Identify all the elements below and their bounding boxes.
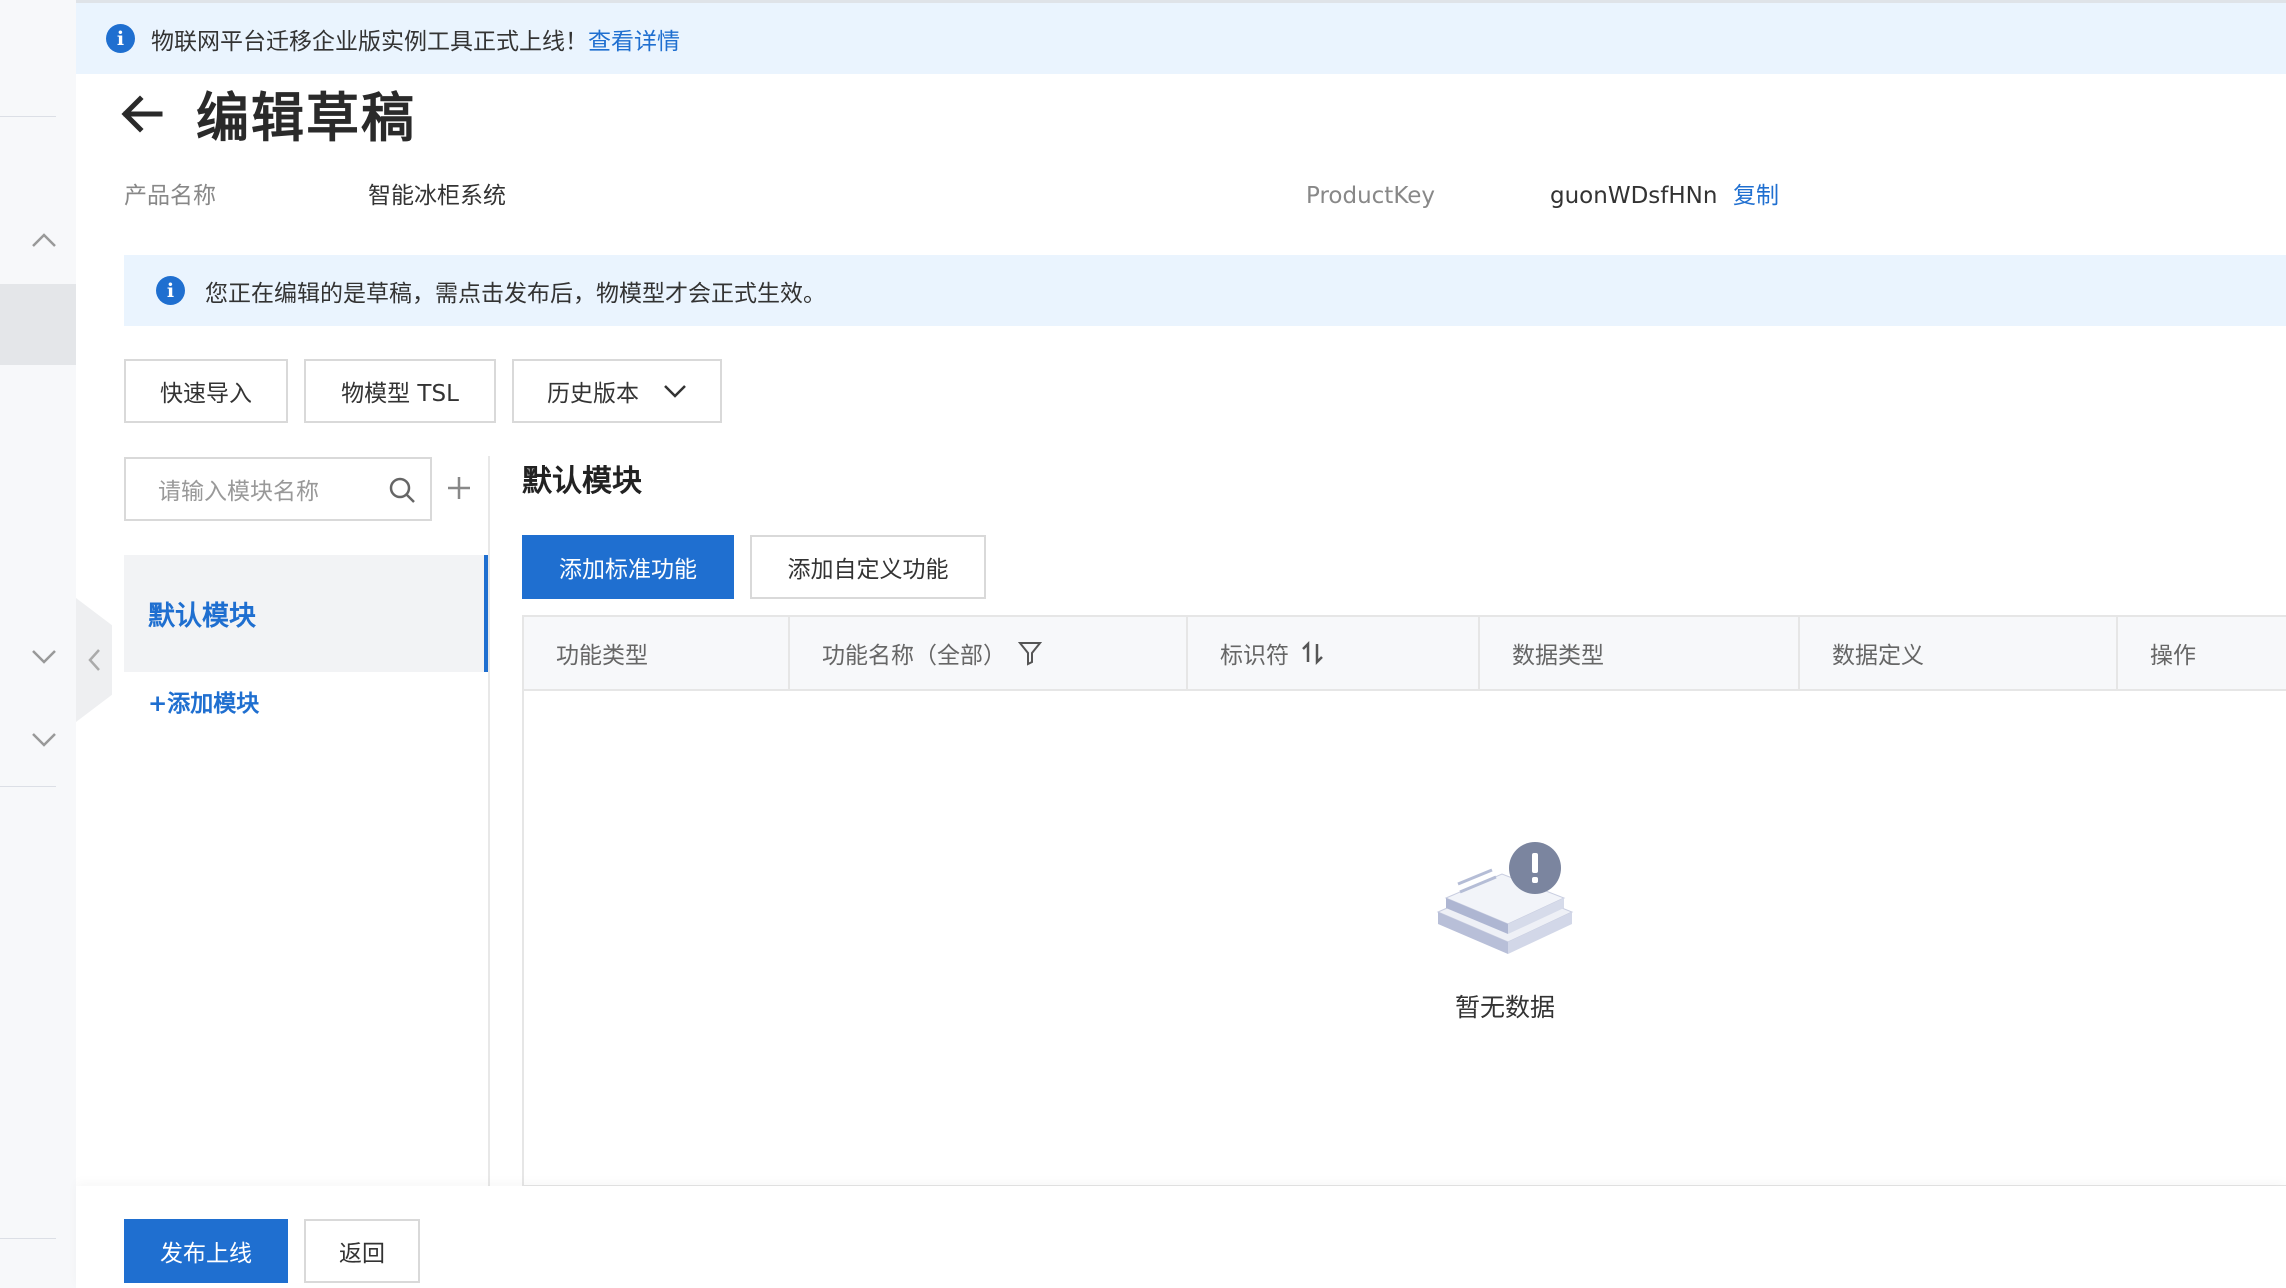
tsl-button[interactable]: 物模型 TSL <box>304 359 496 423</box>
module-item-label: 默认模块 <box>148 601 256 632</box>
page-title: 编辑草稿 <box>196 88 416 149</box>
column-label: 操作 <box>2150 643 2196 669</box>
history-version-dropdown[interactable]: 历史版本 <box>512 359 722 423</box>
side-nav-active-item[interactable] <box>0 284 76 365</box>
column-header-function-name[interactable]: 功能名称（全部） <box>790 617 1188 689</box>
add-custom-function-button[interactable]: 添加自定义功能 <box>750 535 986 599</box>
module-search-placeholder: 请输入模块名称 <box>158 479 319 505</box>
quick-import-button[interactable]: 快速导入 <box>124 359 288 423</box>
publish-button[interactable]: 发布上线 <box>124 1219 288 1283</box>
column-header-identifier[interactable]: 标识符 <box>1188 617 1480 689</box>
collapse-sidebar-button[interactable] <box>76 598 112 722</box>
filter-icon[interactable] <box>1018 640 1042 666</box>
search-icon[interactable] <box>388 476 416 504</box>
column-label: 功能类型 <box>556 643 648 669</box>
table-header: 功能类型 功能名称（全部） 标识符 数据类型 数据定义 操作 <box>524 617 2286 691</box>
product-key-label: ProductKey <box>1306 183 1436 209</box>
panel-divider <box>488 456 490 1186</box>
module-list: 默认模块 <box>124 555 488 672</box>
column-header-actions: 操作 <box>2118 617 2284 689</box>
add-standard-function-button[interactable]: 添加标准功能 <box>522 535 734 599</box>
side-nav-divider <box>0 786 56 787</box>
column-label: 标识符 <box>1220 643 1289 669</box>
product-name-label: 产品名称 <box>124 183 216 209</box>
draft-notice: i 您正在编辑的是草稿，需点击发布后，物模型才会正式生效。 <box>124 255 2286 326</box>
chevron-down-icon[interactable] <box>28 724 60 756</box>
module-item-default[interactable]: 默认模块 <box>124 555 488 672</box>
return-button[interactable]: 返回 <box>304 1219 420 1283</box>
page-header: 编辑草稿 <box>120 76 416 152</box>
history-version-label: 历史版本 <box>547 381 639 407</box>
column-header-function-type: 功能类型 <box>524 617 790 689</box>
sort-icon[interactable] <box>1301 640 1325 666</box>
column-header-data-type: 数据类型 <box>1480 617 1800 689</box>
back-arrow-icon[interactable] <box>120 90 168 138</box>
side-nav-divider <box>0 116 56 117</box>
column-header-data-definition: 数据定义 <box>1800 617 2118 689</box>
chevron-down-icon <box>664 385 686 398</box>
chevron-up-icon[interactable] <box>28 224 60 256</box>
side-nav-divider <box>0 1238 56 1239</box>
column-label: 功能名称（全部） <box>822 643 1006 669</box>
copy-link[interactable]: 复制 <box>1733 176 1779 216</box>
view-details-link[interactable]: 查看详情 <box>588 22 680 56</box>
product-name-value: 智能冰柜系统 <box>368 183 506 209</box>
chevron-left-icon <box>88 649 100 671</box>
info-icon: i <box>156 276 185 305</box>
top-notice-bar: i 物联网平台迁移企业版实例工具正式上线！ 查看详情 <box>76 0 2286 74</box>
page: i 物联网平台迁移企业版实例工具正式上线！ 查看详情 编辑草稿 产品名称 智能冰… <box>0 0 2286 1288</box>
info-icon: i <box>106 24 135 53</box>
draft-notice-text: 您正在编辑的是草稿，需点击发布后，物模型才会正式生效。 <box>205 280 826 307</box>
add-module-link[interactable]: +添加模块 <box>148 684 259 718</box>
empty-data-icon <box>1436 842 1574 954</box>
module-search-input[interactable]: 请输入模块名称 <box>124 457 432 521</box>
column-label: 数据定义 <box>1832 643 1924 669</box>
chevron-down-icon[interactable] <box>28 641 60 673</box>
section-title: 默认模块 <box>522 464 642 499</box>
add-module-plus-icon[interactable] <box>444 470 474 506</box>
column-label: 数据类型 <box>1512 643 1604 669</box>
empty-state: 暂无数据 <box>1400 840 1610 1024</box>
empty-state-text: 暂无数据 <box>1454 993 1555 1022</box>
product-key-value: guonWDsfHNn <box>1550 183 1718 209</box>
top-notice-text: 物联网平台迁移企业版实例工具正式上线！ <box>151 28 588 55</box>
